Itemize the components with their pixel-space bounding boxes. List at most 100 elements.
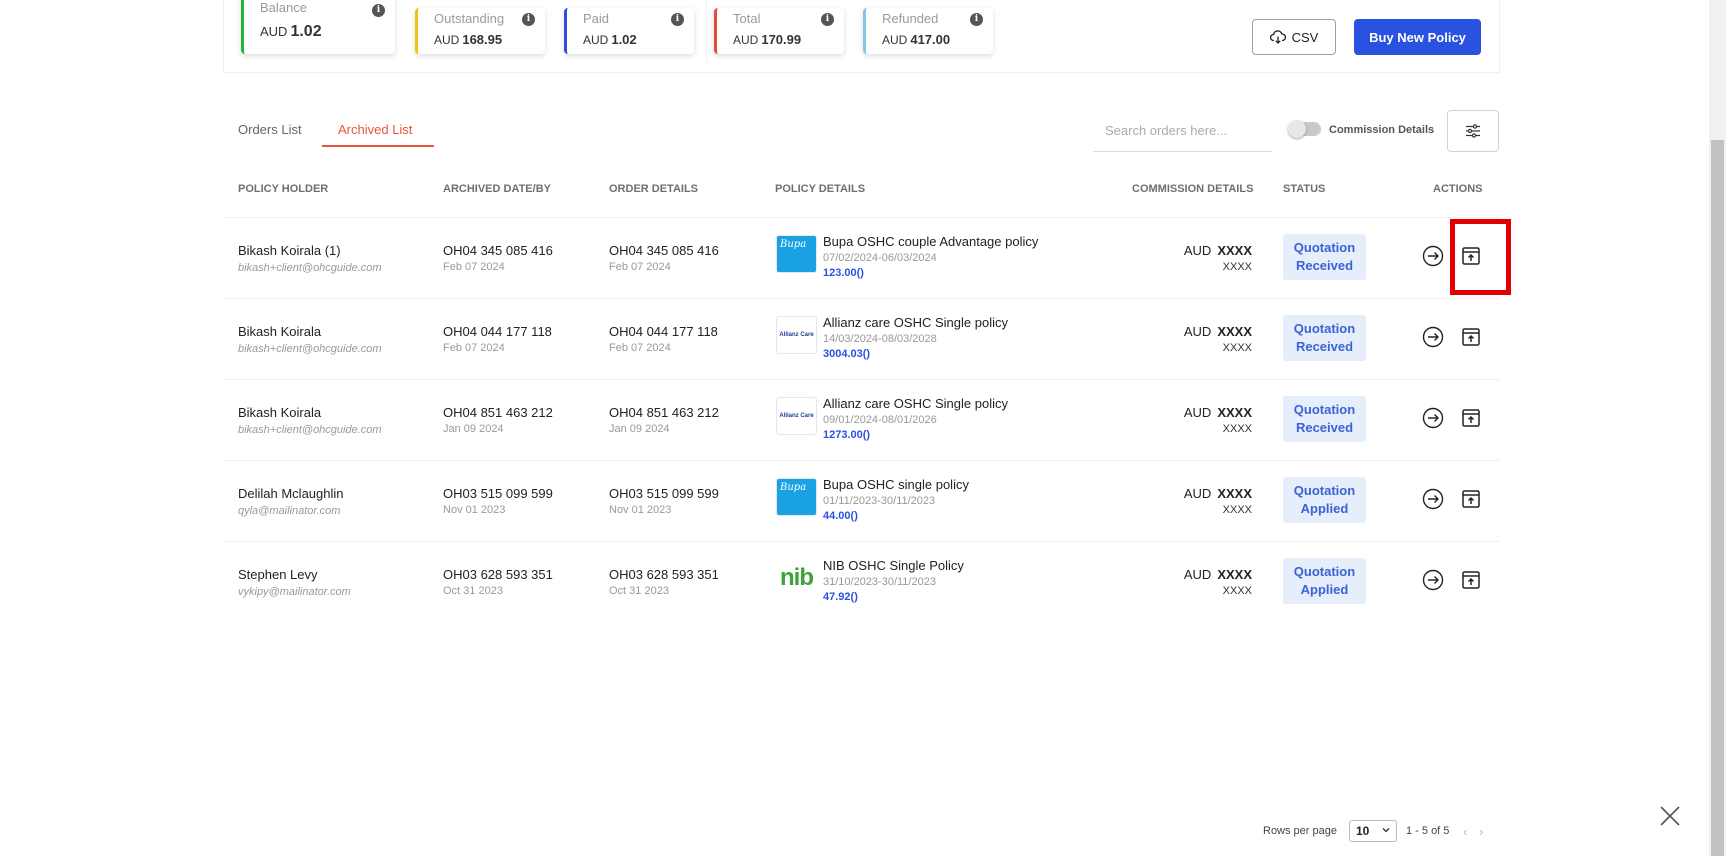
active-tab-indicator: [322, 145, 434, 147]
archived-date: Jan 09 2024: [443, 423, 504, 435]
unarchive-button[interactable]: [1459, 406, 1483, 430]
csv-button-label: CSV: [1291, 29, 1319, 45]
order-number[interactable]: OH03 628 593 351: [609, 567, 719, 582]
policy-cell: Bupa OSHC couple Advantage policy 07/02/…: [823, 234, 1038, 279]
rows-per-page-select[interactable]: 10: [1349, 820, 1397, 842]
close-icon[interactable]: [1657, 803, 1683, 829]
holder-name: Bikash Koirala: [238, 405, 322, 420]
refunded-value: AUD 417.00: [882, 32, 950, 47]
commission-value: AUD XXXX: [1132, 405, 1252, 420]
holder-name: Bikash Koirala (1): [238, 243, 341, 258]
table-row: Delilah Mclaughlin qyla@mailinator.com O…: [223, 460, 1500, 541]
column-actions: ACTIONS: [1433, 183, 1483, 195]
unarchive-button[interactable]: [1459, 487, 1483, 511]
status-badge: Quotation Received: [1283, 234, 1366, 280]
policy-cell: Allianz care OSHC Single policy 09/01/20…: [823, 396, 1008, 441]
chevron-right-icon[interactable]: ›: [1479, 824, 1483, 839]
currency: AUD: [882, 33, 908, 47]
status-line-2: Applied: [1300, 582, 1349, 597]
policy-title: Allianz care OSHC Single policy: [823, 396, 1008, 411]
archived-cell: OH04 044 177 118 Feb 07 2024: [443, 324, 552, 354]
csv-button[interactable]: CSV: [1252, 19, 1336, 55]
chevron-down-icon: [1382, 828, 1390, 833]
order-cell: OH03 515 099 599 Nov 01 2023: [609, 486, 719, 516]
commission-amount: XXXX: [1217, 567, 1252, 582]
commission-value: AUD XXXX: [1132, 243, 1252, 258]
search-input[interactable]: [1093, 110, 1272, 152]
policy-title: Bupa OSHC single policy: [823, 477, 969, 492]
archived-cell: OH03 515 099 599 Nov 01 2023: [443, 486, 553, 516]
commission-amount: XXXX: [1217, 405, 1252, 420]
policy-holder-cell: Bikash Koirala (1) bikash+client@ohcguid…: [238, 243, 382, 274]
unarchive-box-icon: [1462, 409, 1480, 427]
policy-cell: NIB OSHC Single Policy 31/10/2023-30/11/…: [823, 558, 964, 603]
commission-cell: AUD XXXX XXXX: [1132, 486, 1252, 516]
holder-name: Delilah Mclaughlin: [238, 486, 344, 501]
order-number[interactable]: OH04 851 463 212: [609, 405, 719, 420]
holder-email: bikash+client@ohcguide.com: [238, 343, 382, 355]
policy-cell: Allianz care OSHC Single policy 14/03/20…: [823, 315, 1008, 360]
view-order-button[interactable]: [1421, 325, 1445, 349]
info-icon[interactable]: i: [821, 13, 834, 26]
status-line-1: Quotation: [1293, 240, 1356, 255]
amount: 417.00: [910, 32, 951, 47]
commission-sub: XXXX: [1222, 423, 1252, 435]
tab-archived-list[interactable]: Archived List: [338, 122, 412, 137]
status-badge: Quotation Applied: [1283, 477, 1366, 523]
allianz-logo: Allianz Care: [776, 397, 817, 435]
commission-currency: AUD: [1183, 486, 1212, 501]
policy-holder-cell: Bikash Koirala bikash+client@ohcguide.co…: [238, 405, 382, 436]
order-number[interactable]: OH04 345 085 416: [609, 243, 719, 258]
commission-details-toggle[interactable]: [1288, 120, 1321, 138]
filter-button[interactable]: [1447, 110, 1499, 152]
archived-number: OH04 044 177 118: [443, 324, 552, 339]
buy-new-policy-button[interactable]: Buy New Policy: [1354, 19, 1481, 55]
arrow-right-circle-icon: [1422, 245, 1444, 267]
info-icon[interactable]: i: [522, 13, 535, 26]
archived-orders-page: Balance i AUD 1.02 Outstanding i AUD 168.9…: [0, 0, 1726, 856]
scrollbar-thumb[interactable]: [1711, 140, 1724, 856]
unarchive-button[interactable]: [1459, 325, 1483, 349]
unarchive-box-icon: [1462, 490, 1480, 508]
order-cell: OH03 628 593 351 Oct 31 2023: [609, 567, 719, 597]
outstanding-label: Outstanding: [434, 11, 505, 26]
holder-email: bikash+client@ohcguide.com: [238, 424, 382, 436]
commission-sub: XXXX: [1222, 261, 1252, 273]
table-row: Bikash Koirala bikash+client@ohcguide.co…: [223, 379, 1500, 460]
view-order-button[interactable]: [1421, 406, 1445, 430]
info-icon[interactable]: i: [671, 13, 684, 26]
unarchive-button[interactable]: [1459, 568, 1483, 592]
view-order-button[interactable]: [1421, 487, 1445, 511]
order-number[interactable]: OH03 515 099 599: [609, 486, 719, 501]
archived-number: OH04 345 085 416: [443, 243, 553, 258]
bupa-logo: Bupa: [776, 478, 817, 516]
archived-number: OH03 515 099 599: [443, 486, 553, 501]
paid-label: Paid: [583, 11, 610, 26]
view-order-button[interactable]: [1421, 568, 1445, 592]
commission-value: AUD XXXX: [1132, 567, 1252, 582]
table-row: Bikash Koirala bikash+client@ohcguide.co…: [223, 298, 1500, 379]
refunded-label: Refunded: [882, 11, 939, 26]
order-date: Feb 07 2024: [609, 342, 671, 354]
view-order-button[interactable]: [1421, 244, 1445, 268]
commission-currency: AUD: [1183, 243, 1212, 258]
order-cell: OH04 345 085 416 Feb 07 2024: [609, 243, 719, 273]
total-value: AUD 170.99: [733, 32, 801, 47]
info-icon[interactable]: i: [970, 13, 983, 26]
order-number[interactable]: OH04 044 177 118: [609, 324, 718, 339]
order-date: Feb 07 2024: [609, 261, 671, 273]
policy-dates: 09/01/2024-08/01/2026: [823, 414, 937, 426]
policy-amount: 3004.03(): [823, 348, 871, 360]
policy-holder-cell: Bikash Koirala bikash+client@ohcguide.co…: [238, 324, 382, 355]
chevron-left-icon[interactable]: ‹: [1463, 824, 1467, 839]
holder-email: bikash+client@ohcguide.com: [238, 262, 382, 274]
arrow-right-circle-icon: [1422, 326, 1444, 348]
rows-per-page-label: Rows per page: [1263, 825, 1337, 837]
archived-number: OH03 628 593 351: [443, 567, 553, 582]
policy-holder-cell: Stephen Levy vykipy@mailinator.com: [238, 567, 351, 598]
currency: AUD: [733, 33, 759, 47]
info-icon[interactable]: i: [372, 4, 385, 17]
unarchive-box-icon: [1462, 571, 1480, 589]
scrollbar[interactable]: [1709, 0, 1726, 856]
tab-orders-list[interactable]: Orders List: [238, 122, 302, 137]
